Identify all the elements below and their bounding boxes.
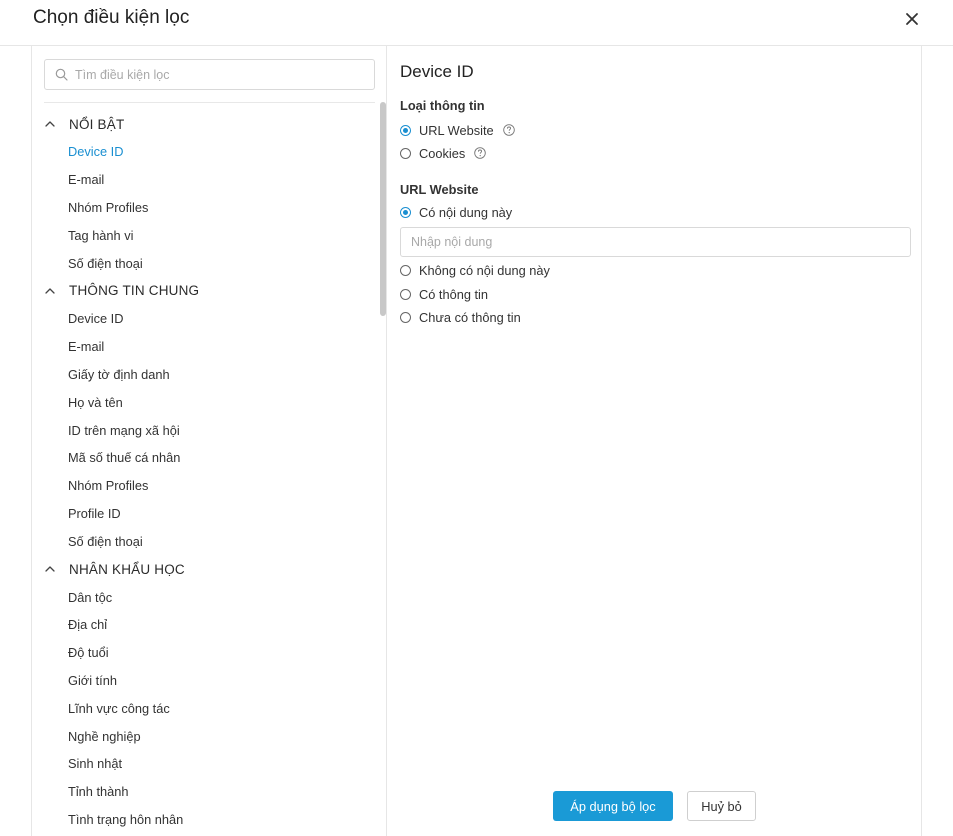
- group-label: NỔI BẬT: [69, 116, 125, 132]
- search-icon: [55, 68, 68, 81]
- radio-button[interactable]: [400, 206, 411, 218]
- radio-label: Có nội dung này: [419, 204, 513, 220]
- radio-no-content[interactable]: Không có nội dung này: [400, 261, 550, 279]
- dialog-header: Chọn điều kiện lọc: [0, 0, 953, 46]
- filter-item[interactable]: Tình trạng hôn nhân: [32, 806, 377, 834]
- group-label: THÔNG TIN CHUNG: [69, 283, 200, 299]
- filter-item[interactable]: Mã số thuế cá nhân: [32, 444, 377, 472]
- sidebar-divider: [44, 102, 375, 103]
- radio-button[interactable]: [400, 288, 411, 300]
- filter-item[interactable]: Số điện thoại: [32, 249, 377, 277]
- content-input[interactable]: [400, 227, 911, 257]
- radio-label: Chưa có thông tin: [419, 309, 521, 325]
- search-box[interactable]: [44, 59, 375, 90]
- detail-title: Device ID: [400, 62, 474, 81]
- chevron-up-icon: [44, 285, 56, 297]
- close-icon: [906, 13, 918, 25]
- filter-item[interactable]: Device ID: [32, 305, 377, 333]
- filter-item[interactable]: Dân tộc: [32, 583, 377, 611]
- url-website-label: URL Website: [400, 182, 479, 197]
- search-input[interactable]: [75, 65, 365, 85]
- chevron-up-icon: [44, 118, 56, 130]
- filter-item[interactable]: Tag hành vi: [32, 221, 377, 249]
- radio-url-website[interactable]: URL Website: [400, 121, 515, 139]
- filter-item[interactable]: Địa chỉ: [32, 611, 377, 639]
- filter-list: NỔI BẬT Device ID E-mail Nhóm Profiles Tag h…: [32, 110, 377, 833]
- filter-item[interactable]: Giấy tờ định danh: [32, 361, 377, 389]
- radio-button[interactable]: [400, 124, 411, 136]
- filter-item[interactable]: Sinh nhật: [32, 750, 377, 778]
- filter-item[interactable]: Độ tuổi: [32, 639, 377, 667]
- group-label: NHÂN KHẨU HỌC: [69, 561, 185, 577]
- filter-item[interactable]: Profile ID: [32, 500, 377, 528]
- filter-item[interactable]: E-mail: [32, 166, 377, 194]
- close-button[interactable]: [901, 8, 923, 30]
- filter-item[interactable]: Device ID: [32, 138, 377, 166]
- radio-label: URL Website: [419, 122, 494, 138]
- cancel-button[interactable]: Huỷ bỏ: [687, 791, 756, 821]
- chevron-up-icon: [44, 563, 56, 575]
- filter-item[interactable]: E-mail: [32, 333, 377, 361]
- radio-label: Có thông tin: [419, 286, 489, 302]
- radio-button[interactable]: [400, 147, 411, 159]
- radio-label: Cookies: [419, 145, 466, 161]
- filter-item[interactable]: Giới tính: [32, 667, 377, 695]
- filter-item[interactable]: Nhóm Profiles: [32, 472, 377, 500]
- help-icon[interactable]: [474, 147, 486, 159]
- group-header[interactable]: THÔNG TIN CHUNG: [32, 277, 377, 305]
- radio-has-info[interactable]: Có thông tin: [400, 285, 488, 303]
- dialog-title: Chọn điều kiện lọc: [33, 7, 190, 28]
- radio-button[interactable]: [400, 264, 411, 276]
- filter-item[interactable]: Nhóm Profiles: [32, 194, 377, 222]
- filter-detail-panel: Device ID Loại thông tin URL Website Coo…: [388, 46, 922, 836]
- group-header[interactable]: NHÂN KHẨU HỌC: [32, 555, 377, 583]
- filter-sidebar: NỔI BẬTDevice IDE-mailNhóm ProfilesTag h…: [32, 46, 387, 836]
- apply-filter-button[interactable]: Áp dụng bộ lọc: [553, 791, 673, 821]
- radio-no-info[interactable]: Chưa có thông tin: [400, 308, 521, 326]
- dialog-body: NỔI BẬTDevice IDE-mailNhóm ProfilesTag h…: [31, 46, 922, 836]
- radio-has-content[interactable]: Có nội dung này: [400, 203, 512, 221]
- filter-item[interactable]: Họ và tên: [32, 388, 377, 416]
- sidebar-scrollbar[interactable]: [380, 102, 386, 316]
- info-type-label: Loại thông tin: [400, 98, 485, 113]
- filter-item[interactable]: Lĩnh vực công tác: [32, 694, 377, 722]
- filter-item[interactable]: Nghề nghiệp: [32, 722, 377, 750]
- group-header[interactable]: NỔI BẬT: [32, 110, 377, 138]
- help-icon[interactable]: [502, 124, 515, 136]
- filter-item[interactable]: Số điện thoại: [32, 527, 377, 555]
- filter-item[interactable]: Tỉnh thành: [32, 778, 377, 806]
- filter-item[interactable]: ID trên mạng xã hội: [32, 416, 377, 444]
- radio-label: Không có nội dung này: [419, 262, 550, 278]
- radio-cookies[interactable]: Cookies: [400, 144, 486, 162]
- radio-button[interactable]: [400, 311, 411, 323]
